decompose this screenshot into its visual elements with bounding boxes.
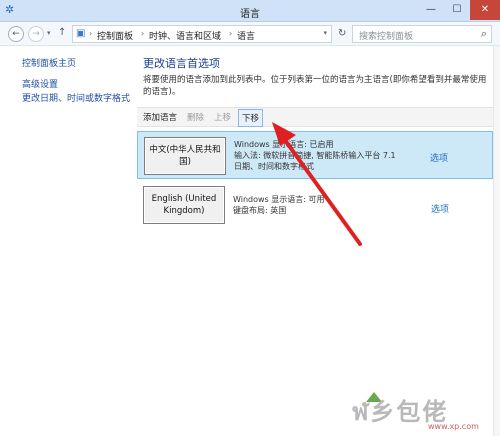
window-right-edge (493, 46, 500, 436)
forward-button[interactable]: → (28, 26, 44, 42)
display-language-status: Windows 显示语言: 可用 (233, 195, 325, 204)
control-panel-icon: ▣ (76, 28, 86, 39)
minimize-button[interactable]: — (418, 0, 444, 20)
search-icon[interactable]: ⌕ (481, 27, 487, 41)
search-placeholder: 搜索控制面板 (359, 32, 414, 42)
title-bar: ✲ 语言 — ☐ ✕ (0, 0, 500, 22)
breadcrumb-language[interactable]: 语言 (237, 29, 255, 42)
add-language-button[interactable]: 添加语言 (143, 111, 177, 123)
recent-locations-dropdown[interactable]: ▾ (47, 29, 51, 37)
date-time-format-info: 日期、时间和数字格式 (234, 162, 314, 171)
breadcrumb-separator: › (141, 29, 145, 38)
sidebar-item-advanced-settings[interactable]: 高级设置 (22, 77, 58, 90)
up-button[interactable]: ↑ (58, 27, 66, 38)
watermark: ฬ乡包佬 www.xp.com (350, 392, 498, 436)
display-language-status: Windows 显示语言: 已启用 (234, 140, 334, 149)
input-method-info: 输入法: 微软拼音简捷, 智能陈桥输入平台 7.1 (234, 151, 396, 160)
maximize-button[interactable]: ☐ (444, 0, 470, 20)
sidebar-item-control-panel-home[interactable]: 控制面板主页 (22, 56, 76, 69)
remove-button[interactable]: 删除 (187, 111, 204, 123)
address-field[interactable]: ▣ › 控制面板 › 时钟、语言和区域 › 语言 ▾ (72, 25, 332, 43)
search-input[interactable]: 搜索控制面板 ⌕ (352, 25, 492, 43)
address-bar: ← → ▾ ↑ ▣ › 控制面板 › 时钟、语言和区域 › 语言 ▾ ↻ 搜索控… (0, 22, 500, 46)
language-row-chinese[interactable]: 中文(中华人民共和国) Windows 显示语言: 已启用 输入法: 微软拼音简… (137, 131, 493, 179)
language-tile[interactable]: English (United Kingdom) (143, 186, 225, 224)
breadcrumb-clock-language-region[interactable]: 时钟、语言和区域 (149, 29, 221, 42)
breadcrumb-separator: › (229, 29, 233, 38)
back-button[interactable]: ← (8, 26, 24, 42)
breadcrumb-separator: › (89, 29, 93, 38)
watermark-url: www.xp.com (428, 422, 479, 431)
sidebar-item-change-date-time-format[interactable]: 更改日期、时间或数字格式 (22, 91, 130, 104)
close-button[interactable]: ✕ (470, 0, 500, 20)
breadcrumb-control-panel[interactable]: 控制面板 (97, 29, 133, 42)
page-description: 将要使用的语言添加到此列表中。位于列表第一位的语言为主语言(即你希望看到并最常使… (143, 75, 487, 97)
move-down-button[interactable]: 下移 (238, 109, 264, 127)
address-dropdown-icon[interactable]: ▾ (323, 29, 327, 37)
refresh-icon[interactable]: ↻ (338, 28, 346, 39)
language-row-english[interactable]: English (United Kingdom) Windows 显示语言: 可… (137, 181, 493, 229)
language-toolbar: 添加语言 删除 上移 下移 (137, 107, 493, 127)
keyboard-layout-info: 键盘布局: 英国 (233, 206, 287, 215)
language-tile[interactable]: 中文(中华人民共和国) (144, 137, 226, 175)
options-link[interactable]: 选项 (430, 151, 448, 164)
page-title: 更改语言首选项 (143, 57, 220, 70)
options-link[interactable]: 选项 (431, 202, 449, 215)
move-up-button[interactable]: 上移 (214, 111, 231, 123)
left-navigation: 控制面板主页 高级设置 更改日期、时间或数字格式 (0, 46, 130, 436)
